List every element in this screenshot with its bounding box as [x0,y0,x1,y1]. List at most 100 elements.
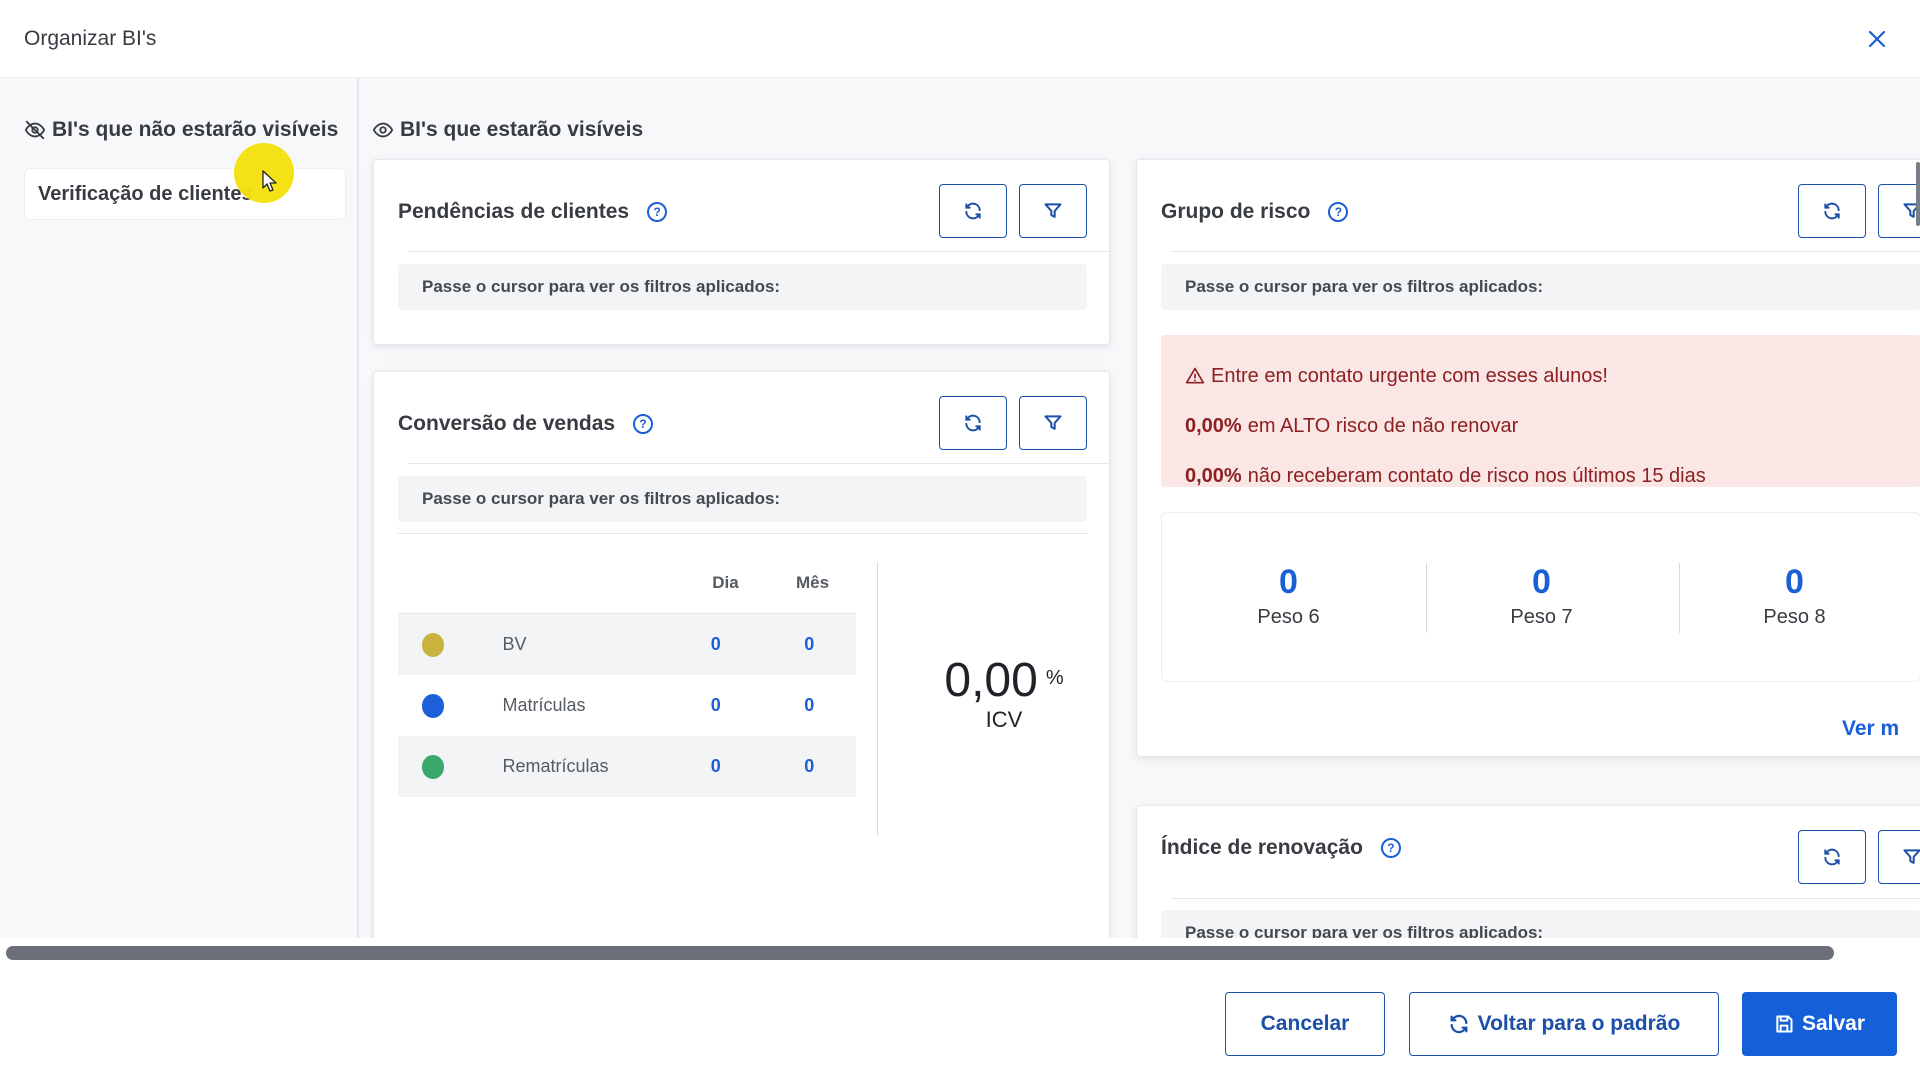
refresh-icon [1824,202,1840,220]
divider [1171,898,1920,899]
save-button[interactable]: Salvar [1742,992,1897,1056]
vertical-scrollbar[interactable] [1916,162,1920,226]
peso-label: Peso 8 [1763,606,1826,628]
filter-hint-bar[interactable]: Passe o cursor para ver os filtros aplic… [1161,264,1920,310]
peso-value: 0 [1785,563,1804,601]
hidden-bis-column: BI's que não estarão visíveis Verificaçã… [0,78,359,942]
warning-icon [1185,367,1205,384]
ver-mais-link[interactable]: Ver m [1842,717,1899,741]
peso-summary: 0 Peso 6 0 Peso 7 0 Peso 8 [1161,512,1920,682]
filter-button[interactable] [1019,396,1087,450]
icv-indicator: 0,00 % ICV [929,657,1079,733]
alert-line-high-risk: 0,00% em ALTO risco de não renovar [1185,401,1897,451]
help-icon[interactable]: ? [647,202,668,222]
save-label: Salvar [1801,1012,1866,1035]
modal-body: BI's que não estarão visíveis Verificaçã… [0,78,1920,958]
card-pendencias[interactable]: Pendências de clientes ? Passe o cursor … [373,159,1111,345]
hidden-bi-item[interactable]: Verificação de clientes [24,168,346,220]
legend-dot-matriculas [422,693,445,718]
reset-label: Voltar para o padrão [1477,1012,1681,1035]
table-header: Dia Mês [398,552,856,614]
table-row[interactable]: BV 0 0 [398,614,856,675]
alert-value: 0,00% [1185,414,1242,437]
visible-bis-title: BI's que estarão visíveis [400,118,644,141]
alert-text: em ALTO risco de não renovar [1247,414,1519,437]
refresh-button[interactable] [939,184,1007,238]
peso-7[interactable]: 0 Peso 7 [1415,563,1668,629]
cancel-label: Cancelar [1260,1012,1350,1035]
close-icon [1868,30,1886,48]
reset-default-button[interactable]: Voltar para o padrão [1409,992,1719,1056]
refresh-button[interactable] [1798,830,1866,884]
card-renovacao-title: Índice de renovação ? [1161,836,1401,860]
modal-title: Organizar BI's [24,26,157,50]
visible-bis-header: BI's que estarão visíveis [372,118,643,142]
card-conversao-title: Conversão de vendas ? [398,412,654,436]
hidden-bi-label: Verificação de clientes [38,182,253,205]
card-pendencias-title: Pendências de clientes ? [398,200,668,224]
card-title-text: Pendências de clientes [398,200,630,223]
filter-hint-bar[interactable]: Passe o cursor para ver os filtros aplic… [398,264,1087,310]
refresh-icon [965,202,981,220]
icv-unit: % [1045,667,1064,689]
value-mes[interactable]: 0 [762,756,856,777]
filter-hint-bar[interactable]: Passe o cursor para ver os filtros aplic… [398,476,1087,522]
row-label: Matrículas [502,695,586,715]
card-conversao[interactable]: Conversão de vendas ? Passe o cursor par… [373,371,1111,958]
card-grupo-risco[interactable]: Grupo de risco ? Passe o cursor para ver… [1136,159,1920,757]
filter-icon [1903,849,1920,864]
value-dia[interactable]: 0 [669,695,763,716]
filter-icon [1044,415,1062,430]
icv-label: ICV [985,707,1023,732]
filter-button[interactable] [1878,184,1920,238]
row-label: BV [502,634,527,654]
filter-button[interactable] [1878,830,1920,884]
refresh-button[interactable] [1798,184,1866,238]
refresh-icon [1450,1014,1468,1034]
card-grupo-risco-title: Grupo de risco ? [1161,200,1349,224]
vertical-divider [877,562,878,836]
hidden-bis-header: BI's que não estarão visíveis [24,118,338,142]
alert-text: não receberam contato de risco nos últim… [1247,464,1706,487]
filter-hint-text: Passe o cursor para ver os filtros aplic… [1185,277,1544,296]
alert-title-text: Entre em contato urgente com esses aluno… [1211,364,1608,387]
eye-off-icon [24,120,46,140]
peso-8[interactable]: 0 Peso 8 [1668,563,1920,629]
help-icon[interactable]: ? [633,414,654,434]
cursor-icon [262,170,277,192]
hidden-bis-title: BI's que não estarão visíveis [52,118,339,141]
table-row[interactable]: Matrículas 0 0 [398,675,856,736]
help-icon[interactable]: ? [1328,202,1349,222]
table-row[interactable]: Rematrículas 0 0 [398,736,856,797]
peso-6[interactable]: 0 Peso 6 [1162,563,1415,629]
card-title-text: Conversão de vendas [398,412,616,435]
filter-hint-text: Passe o cursor para ver os filtros aplic… [422,489,781,508]
value-mes[interactable]: 0 [762,634,856,655]
legend-dot-bv [422,632,445,657]
peso-label: Peso 6 [1257,606,1320,628]
help-icon[interactable]: ? [1380,838,1401,858]
peso-value: 0 [1279,563,1298,601]
filter-hint-text: Passe o cursor para ver os filtros aplic… [422,277,781,296]
card-title-text: Índice de renovação [1161,836,1363,859]
card-indice-renovacao[interactable]: Índice de renovação ? Passe o cursor par… [1136,805,1920,958]
value-dia[interactable]: 0 [669,634,763,655]
cancel-button[interactable]: Cancelar [1225,992,1385,1056]
value-dia[interactable]: 0 [669,756,763,777]
column-header-mes: Mês [795,572,830,592]
divider [408,463,1111,464]
refresh-icon [965,414,981,432]
value-mes[interactable]: 0 [762,695,856,716]
alert-line-no-contact: 0,00% não receberam contato de risco nos… [1185,451,1897,501]
horizontal-scrollbar[interactable] [6,946,1834,960]
card-title-text: Grupo de risco [1161,200,1311,223]
column-header-dia: Dia [712,572,739,592]
filter-button[interactable] [1019,184,1087,238]
eye-icon [372,122,394,138]
filter-icon [1044,203,1062,218]
refresh-button[interactable] [939,396,1007,450]
divider [408,251,1111,252]
peso-value: 0 [1532,563,1551,601]
close-button[interactable] [1862,24,1892,54]
divider [1171,251,1920,252]
